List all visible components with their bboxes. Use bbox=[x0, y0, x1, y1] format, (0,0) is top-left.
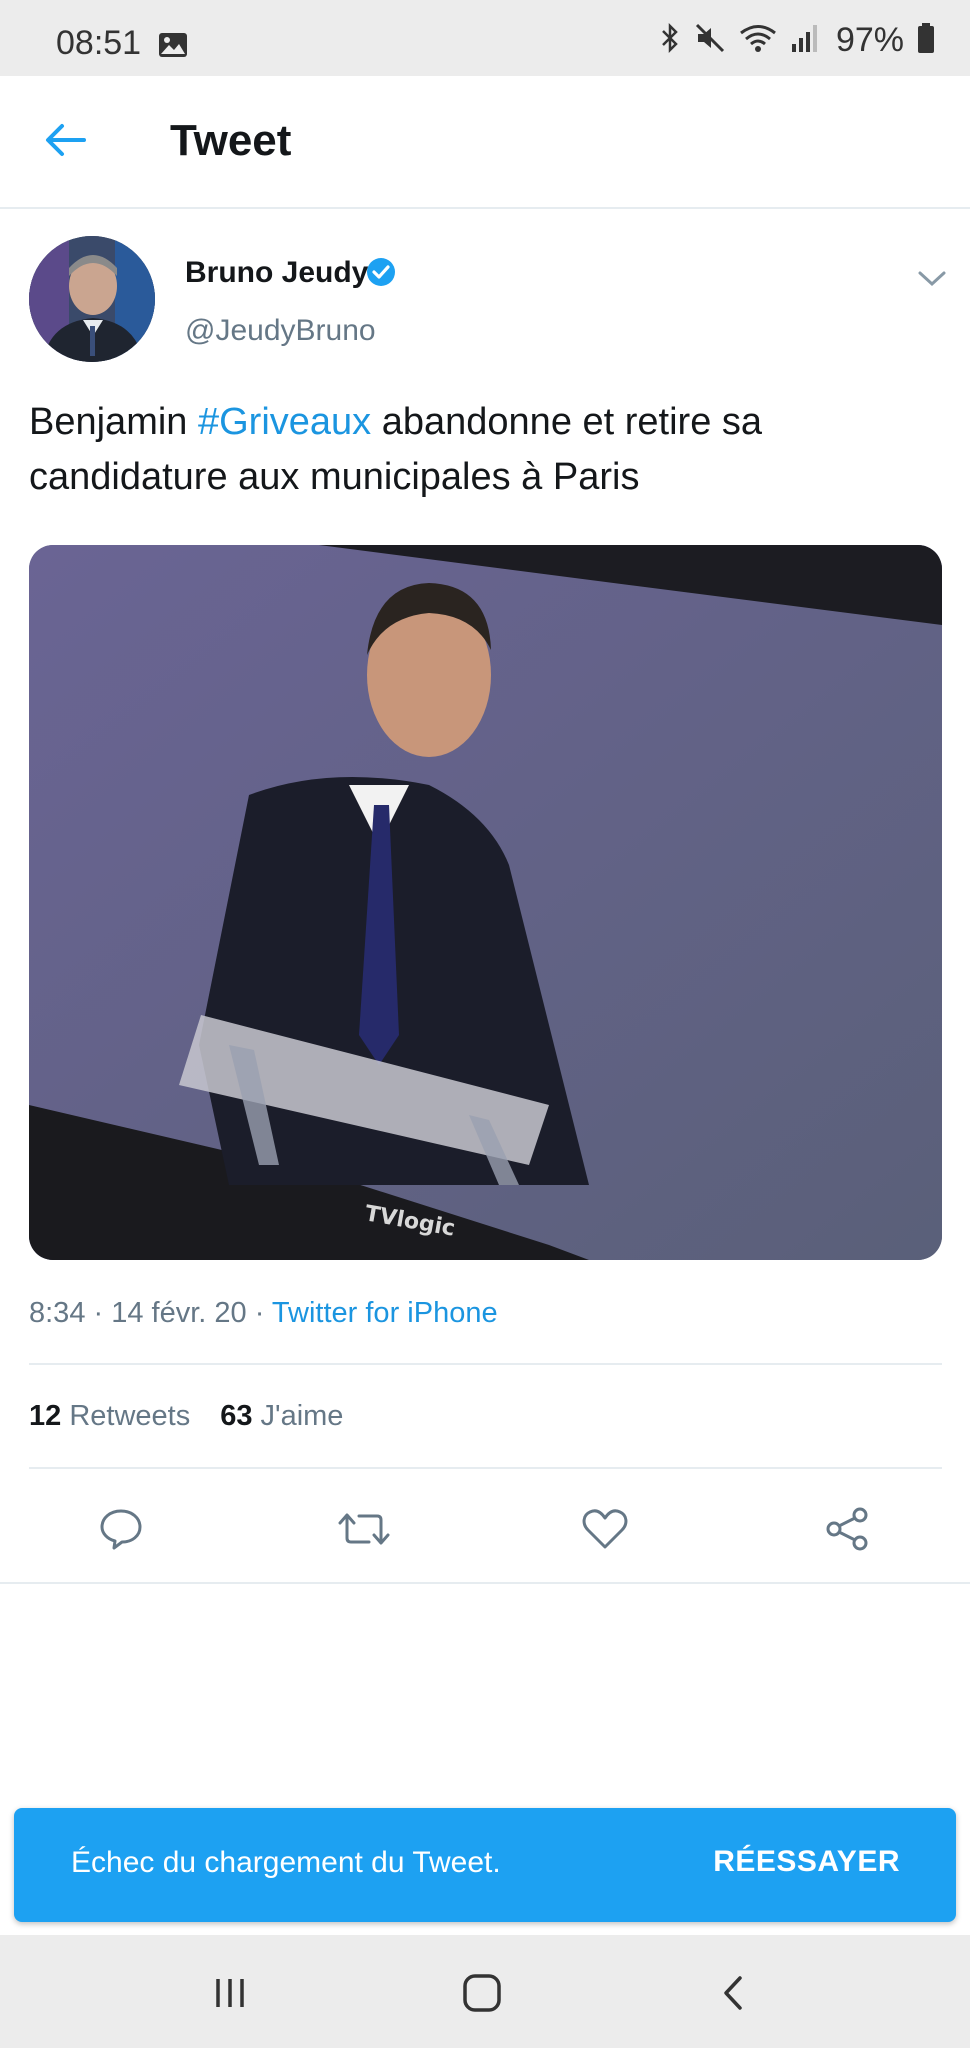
status-icons: 97% bbox=[658, 20, 936, 59]
tweet-text: Benjamin #Griveaux abandonne et retire s… bbox=[29, 395, 929, 505]
snackbar-message: Échec du chargement du Tweet. bbox=[71, 1846, 501, 1879]
like-button[interactable] bbox=[574, 1500, 636, 1562]
retweets-stat[interactable]: 12 Retweets bbox=[29, 1400, 190, 1433]
status-time: 08:51 bbox=[56, 24, 142, 62]
home-button[interactable] bbox=[452, 1965, 512, 2025]
error-snackbar: Échec du chargement du Tweet. RÉESSAYER bbox=[14, 1808, 956, 1922]
tweet-stats: 12 Retweets 63 J'aime bbox=[29, 1400, 343, 1433]
tweet-source-link[interactable]: Twitter for iPhone bbox=[272, 1297, 498, 1329]
tweet-media-image[interactable]: TVlogic bbox=[29, 545, 942, 1260]
meta-separator: · bbox=[85, 1297, 112, 1329]
recent-apps-button[interactable] bbox=[200, 1965, 260, 2025]
avatar[interactable] bbox=[29, 236, 155, 362]
system-back-button[interactable] bbox=[704, 1965, 764, 2025]
retry-button[interactable]: RÉESSAYER bbox=[713, 1845, 900, 1879]
divider bbox=[0, 1582, 970, 1584]
tweet-menu-button[interactable] bbox=[912, 260, 952, 300]
tweet-time: 8:34 bbox=[29, 1297, 86, 1329]
retweet-button[interactable] bbox=[333, 1500, 395, 1562]
likes-count: 63 bbox=[220, 1400, 253, 1432]
page-title: Tweet bbox=[170, 116, 292, 165]
share-button[interactable] bbox=[816, 1500, 878, 1562]
retweets-count: 12 bbox=[29, 1400, 62, 1432]
author-name[interactable]: Bruno Jeudy bbox=[185, 256, 368, 290]
verified-badge-icon bbox=[365, 256, 397, 293]
app-bar: Tweet bbox=[0, 76, 970, 209]
signal-icon bbox=[790, 22, 820, 59]
hashtag-link[interactable]: #Griveaux bbox=[198, 401, 371, 443]
status-bar: 08:51 97% bbox=[0, 0, 970, 76]
chevron-left-icon bbox=[714, 1973, 754, 2018]
home-icon bbox=[460, 1971, 504, 2020]
tweet-date: 14 févr. 20 bbox=[111, 1297, 247, 1329]
retweet-icon bbox=[337, 1506, 391, 1557]
mute-icon bbox=[694, 22, 726, 59]
wifi-icon bbox=[738, 22, 778, 59]
tweet-actions bbox=[0, 1480, 970, 1580]
like-icon bbox=[581, 1507, 629, 1556]
chevron-down-icon bbox=[917, 268, 947, 293]
system-nav-bar bbox=[0, 1935, 970, 2048]
bluetooth-icon bbox=[658, 22, 682, 59]
recent-apps-icon bbox=[210, 1973, 250, 2018]
reply-button[interactable] bbox=[90, 1500, 152, 1562]
author-handle[interactable]: @JeudyBruno bbox=[185, 314, 376, 348]
share-icon bbox=[823, 1505, 871, 1558]
likes-label: J'aime bbox=[260, 1400, 344, 1432]
gallery-icon bbox=[158, 32, 188, 63]
tweet-meta: 8:34 · 14 févr. 20 · Twitter for iPhone bbox=[29, 1297, 498, 1330]
meta-separator-2: · bbox=[246, 1297, 272, 1329]
battery-percent: 97% bbox=[835, 20, 904, 59]
back-arrow-icon bbox=[44, 122, 88, 163]
likes-stat[interactable]: 63 J'aime bbox=[220, 1400, 343, 1433]
divider bbox=[29, 1363, 942, 1365]
back-button[interactable] bbox=[38, 114, 94, 170]
divider bbox=[29, 1467, 942, 1469]
reply-icon bbox=[98, 1506, 144, 1557]
tweet-header: Bruno Jeudy @JeudyBruno bbox=[0, 208, 970, 388]
battery-icon bbox=[916, 22, 936, 59]
retweets-label: Retweets bbox=[69, 1400, 191, 1432]
tweet-text-before: Benjamin bbox=[29, 401, 198, 443]
